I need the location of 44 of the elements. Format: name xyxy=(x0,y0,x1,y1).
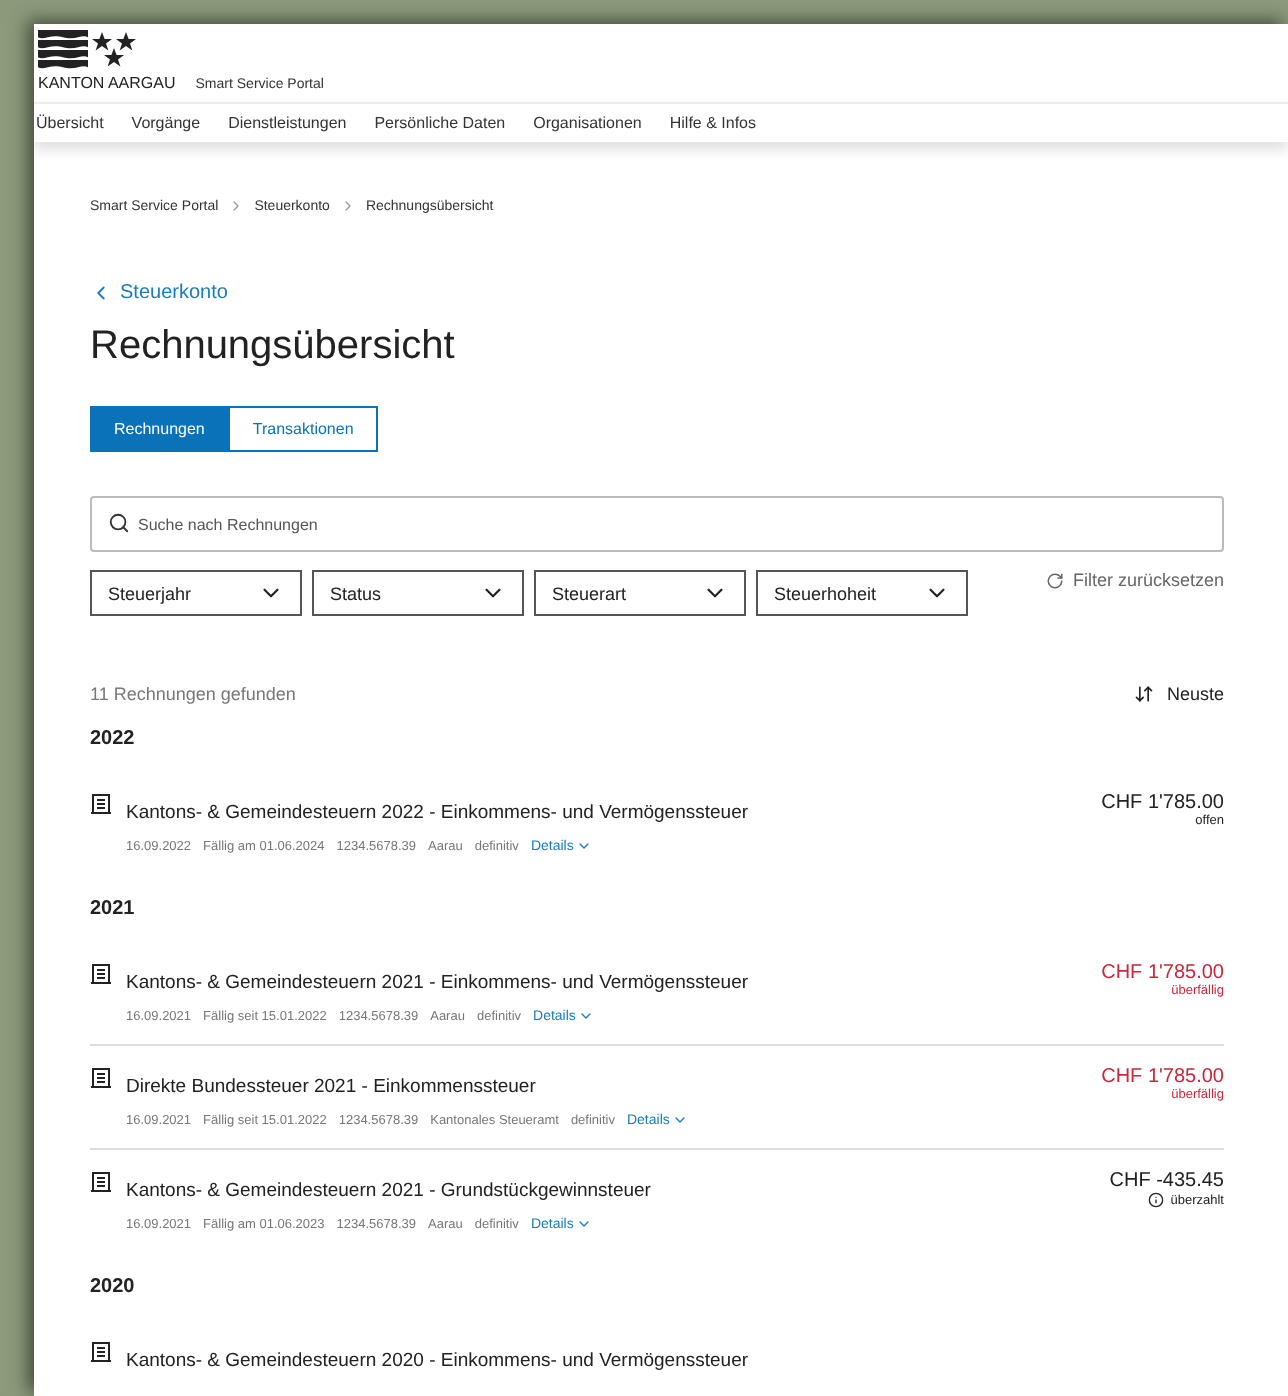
result-count: 11 Rechnungen gefunden xyxy=(90,684,296,704)
nav-item[interactable]: Hilfe & Infos xyxy=(669,114,756,133)
filter-dropdown[interactable]: Steuerart xyxy=(534,570,746,616)
year-heading: 2021 xyxy=(90,898,137,920)
chevron-down-icon xyxy=(671,1112,688,1128)
sort-icon xyxy=(1134,684,1155,704)
invoice-amount: CHF 1'785.00 xyxy=(1101,792,1224,814)
chevron-down-icon xyxy=(577,1008,594,1024)
sort-button[interactable]: Neuste xyxy=(1134,684,1224,704)
document-icon xyxy=(90,794,112,816)
page-title: Rechnungsübersicht xyxy=(90,324,457,370)
brand-name: KANTON AARGAU xyxy=(38,74,176,92)
back-link[interactable]: Steuerkonto xyxy=(90,282,1224,304)
nav-item[interactable]: Persönliche Daten xyxy=(374,114,506,133)
reset-icon xyxy=(1046,571,1065,589)
document-icon xyxy=(90,1172,112,1194)
invoice-title[interactable]: Kantons- & Gemeindesteuern 2020 - Einkommens- und Vermögenssteuer xyxy=(126,1350,749,1372)
document-icon xyxy=(90,964,112,986)
info-icon xyxy=(1148,1192,1165,1208)
invoice-title[interactable]: Kantons- & Gemeindesteuern 2022 - Einkommens- und Vermögenssteuer xyxy=(126,802,749,824)
invoice-title[interactable]: Kantons- & Gemeindesteuern 2021 - Einkommens- und Vermögenssteuer xyxy=(126,972,749,994)
document-icon xyxy=(90,1068,112,1090)
tab[interactable]: Transaktionen xyxy=(228,406,378,452)
year-heading: 2022 xyxy=(90,728,137,750)
filter-dropdown[interactable]: Steuerhoheit xyxy=(756,570,968,616)
invoice-amount: CHF 1'785.00 xyxy=(1101,962,1224,984)
invoice-title[interactable]: Kantons- & Gemeindesteuern 2021 - Grundstückgewinnsteuer xyxy=(126,1180,651,1202)
search-field[interactable]: Suche nach Rechnungen xyxy=(90,496,1224,552)
filter-dropdown[interactable]: Status xyxy=(312,570,524,616)
invoice-amount: CHF -435.45 xyxy=(1109,1170,1224,1192)
invoice-amount: CHF 1'785.00 xyxy=(1101,1066,1224,1088)
invoice-title[interactable]: Direkte Bundessteuer 2021 - Einkommenssteuer xyxy=(126,1076,536,1098)
nav-item[interactable]: Übersicht xyxy=(36,114,104,133)
reset-filters-button[interactable]: Filter zurücksetzen xyxy=(1046,570,1224,590)
tab[interactable]: Rechnungen xyxy=(90,406,229,452)
chevron-down-icon xyxy=(575,1216,592,1232)
chevron-down-icon xyxy=(575,838,592,854)
document-icon xyxy=(90,1342,112,1364)
year-heading: 2020 xyxy=(90,1276,137,1298)
nav-item[interactable]: Organisationen xyxy=(533,114,642,133)
nav-item[interactable]: Vorgänge xyxy=(131,114,201,133)
search-icon xyxy=(108,512,130,534)
filter-dropdown[interactable]: Steuerjahr xyxy=(90,570,302,616)
nav-item[interactable]: Dienstleistungen xyxy=(228,114,347,133)
